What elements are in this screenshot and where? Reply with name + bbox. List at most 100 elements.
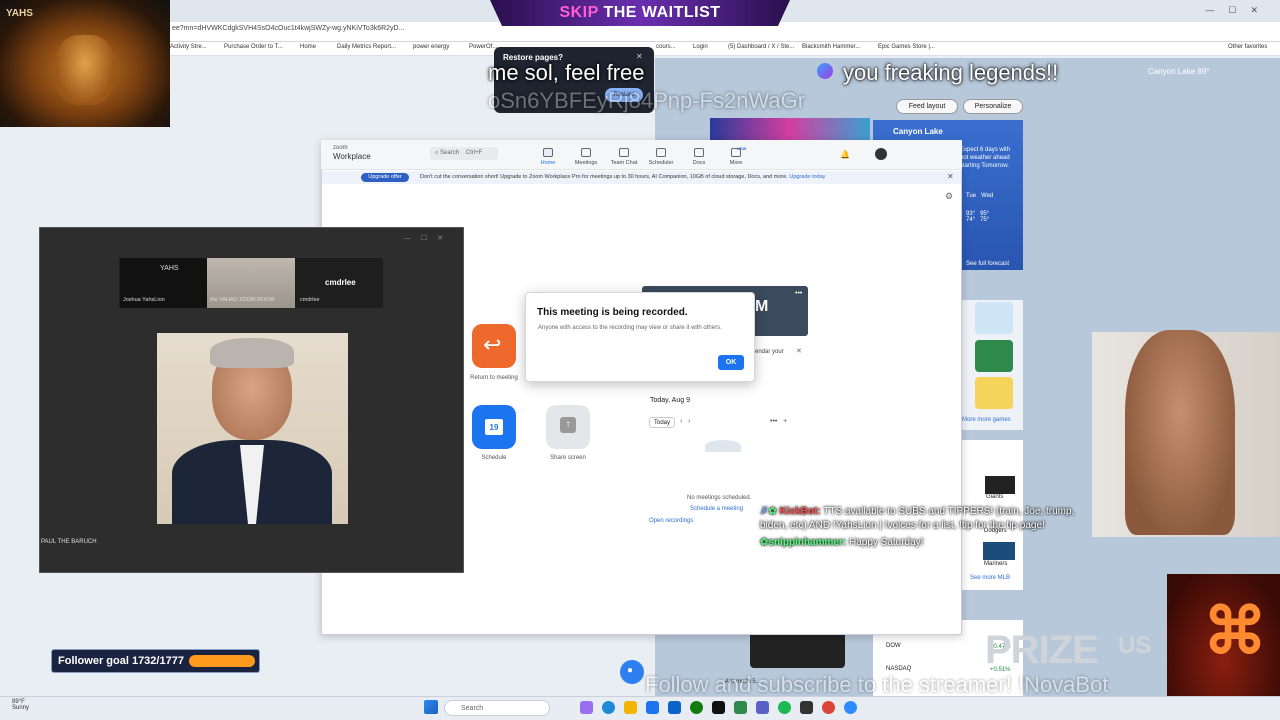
- stream-chat: ✗✿ KickBot: TTS available to SUBS and TI…: [760, 505, 1090, 550]
- calendar-icon: 19: [485, 419, 503, 435]
- explorer-icon[interactable]: [624, 701, 637, 714]
- taskbar: [0, 696, 1280, 720]
- bell-icon[interactable]: 🔔: [840, 150, 850, 159]
- bookmark-item[interactable]: power energy: [413, 44, 449, 50]
- chat-username: snippinhammer:: [768, 537, 847, 548]
- chrome-icon[interactable]: [822, 701, 835, 714]
- close-icon[interactable]: ✕: [796, 347, 802, 355]
- app-icon[interactable]: [756, 701, 769, 714]
- window-controls[interactable]: —☐✕: [1205, 5, 1272, 16]
- gear-icon[interactable]: ⚙: [945, 191, 953, 202]
- tab-scheduler[interactable]: Scheduler: [646, 160, 676, 166]
- bookmark-item[interactable]: Daily Metrics Report...: [337, 44, 396, 50]
- today-date[interactable]: Today, Aug 9: [650, 397, 690, 404]
- game-tile[interactable]: [975, 377, 1013, 409]
- bookmark-item[interactable]: Blacksmith Hammer...: [802, 44, 860, 50]
- skip-waitlist-text[interactable]: SKIP THE WAITLIST: [490, 4, 790, 22]
- address-url[interactable]: ee?mn=dHVWKCdgkSVH4SsO4cOuc1t4kwjSWZy-wg…: [172, 25, 404, 32]
- participant-tag: YAHS: [160, 265, 179, 272]
- more-mlb-link[interactable]: See more MLB: [970, 575, 1010, 581]
- more-icon[interactable]: [731, 148, 741, 157]
- close-icon[interactable]: ✕: [947, 172, 954, 181]
- speaker-hair: [210, 338, 294, 368]
- zoom-search-input[interactable]: ⌕ Search Ctrl+F: [430, 147, 498, 160]
- tab-team-chat[interactable]: Team Chat: [609, 160, 639, 166]
- flame-logo-icon: ⌘: [1203, 595, 1267, 667]
- calendar-promo-text: endar your: [755, 349, 784, 355]
- meetings-icon[interactable]: [581, 148, 591, 157]
- outlook-icon[interactable]: [668, 701, 681, 714]
- no-meetings-text: No meetings scheduled.: [687, 495, 752, 501]
- zoom-icon[interactable]: [844, 701, 857, 714]
- novabot-ticker: Follow and subscribe to the streamer! !N…: [645, 672, 1109, 697]
- open-recordings-link[interactable]: Open recordings: [649, 518, 693, 524]
- feed-layout-button[interactable]: Feed layout: [896, 99, 958, 114]
- spotify-icon[interactable]: [778, 701, 791, 714]
- schedule-label: Schedule: [481, 455, 507, 461]
- x-icon[interactable]: [712, 701, 725, 714]
- windows-start-icon[interactable]: [424, 700, 438, 714]
- more-icon[interactable]: •••: [795, 290, 802, 297]
- copilot-icon[interactable]: [580, 701, 593, 714]
- xbox-icon[interactable]: [690, 701, 703, 714]
- tab-meetings[interactable]: Meetings: [571, 160, 601, 166]
- chat-bubble-button[interactable]: ●: [620, 660, 644, 684]
- team-chat-icon[interactable]: [619, 148, 629, 157]
- bookmark-item[interactable]: Purchase Order to T...: [224, 44, 283, 50]
- personalize-button[interactable]: Personalize: [963, 99, 1023, 114]
- zoom-logo-sub: Workplace: [333, 152, 371, 161]
- bookmark-item[interactable]: cours...: [656, 44, 676, 50]
- game-tile[interactable]: [975, 302, 1013, 334]
- bookmark-item[interactable]: Home: [300, 44, 316, 50]
- tab-home[interactable]: Home: [533, 160, 563, 166]
- scheduler-icon[interactable]: [656, 148, 666, 157]
- edge-icon[interactable]: [602, 701, 615, 714]
- today-button[interactable]: Today: [649, 417, 675, 428]
- avatar[interactable]: [875, 148, 887, 160]
- chat-message: ✿snippinhammer: Happy Saturday!: [760, 536, 1090, 550]
- bookmark-item[interactable]: Other favorites: [1228, 44, 1267, 50]
- ok-button[interactable]: OK: [718, 355, 744, 370]
- store-icon[interactable]: [646, 701, 659, 714]
- message-icon: ●: [627, 665, 634, 676]
- upgrade-text: Don't cut the conversation short! Upgrad…: [420, 174, 826, 180]
- app-icon[interactable]: [734, 701, 747, 714]
- tab-more[interactable]: More: [721, 160, 751, 166]
- streamer-figure: [1125, 330, 1235, 535]
- tab-docs[interactable]: Docs: [684, 160, 714, 166]
- schedule-button[interactable]: 19: [472, 405, 516, 449]
- share-screen-button[interactable]: ↑: [546, 405, 590, 449]
- window-controls[interactable]: —☐✕: [404, 234, 453, 242]
- zoom-logo: zoom: [333, 145, 348, 151]
- nav-arrows[interactable]: ‹ ›: [680, 418, 691, 425]
- badge-icon: ✿: [768, 506, 777, 517]
- return-to-meeting-button[interactable]: ↩: [472, 324, 516, 368]
- follower-progress-bar: [189, 655, 255, 667]
- schedule-meeting-link[interactable]: Schedule a meeting: [690, 506, 743, 512]
- more-icon[interactable]: ••• +: [770, 418, 787, 425]
- bookmark-item[interactable]: PowerOf...: [469, 44, 497, 50]
- bookmark-item[interactable]: Activity Stre...: [170, 44, 207, 50]
- bookmark-item[interactable]: Epic Games Store |...: [878, 44, 935, 50]
- home-icon[interactable]: [543, 148, 553, 157]
- chat-username: KickBot:: [779, 506, 821, 517]
- meeting-card-time: M: [755, 298, 769, 315]
- dialog-title: This meeting is being recorded.: [537, 307, 688, 318]
- keyboard-product-image: [750, 630, 845, 668]
- team-name: Mariners: [984, 561, 1008, 567]
- chat-overlay-text: oSn6YBFEyRj84Pnp-Fs2nWaGr: [488, 88, 806, 113]
- bookmark-item[interactable]: Login: [693, 44, 708, 50]
- full-forecast-link[interactable]: See full forecast: [966, 261, 1009, 267]
- game-tile[interactable]: [975, 340, 1013, 372]
- participant-name: Joshua YahsLion: [123, 297, 165, 303]
- more-games-link[interactable]: More more games: [962, 417, 1011, 423]
- upgrade-badge: Upgrade offer: [361, 173, 409, 182]
- taskbar-search[interactable]: Search: [444, 700, 550, 716]
- upgrade-link[interactable]: Upgrade today: [789, 174, 825, 180]
- participant-name: the YAHAD ZOOM ROOM: [210, 297, 275, 303]
- app-icon[interactable]: [800, 701, 813, 714]
- participant-name: cmdrlee: [300, 297, 320, 303]
- docs-icon[interactable]: [694, 148, 704, 157]
- taskbar-weather[interactable]: 89°F Sunny: [12, 699, 29, 711]
- bookmark-item[interactable]: (5) Dashboard / X / Ste...: [728, 44, 794, 50]
